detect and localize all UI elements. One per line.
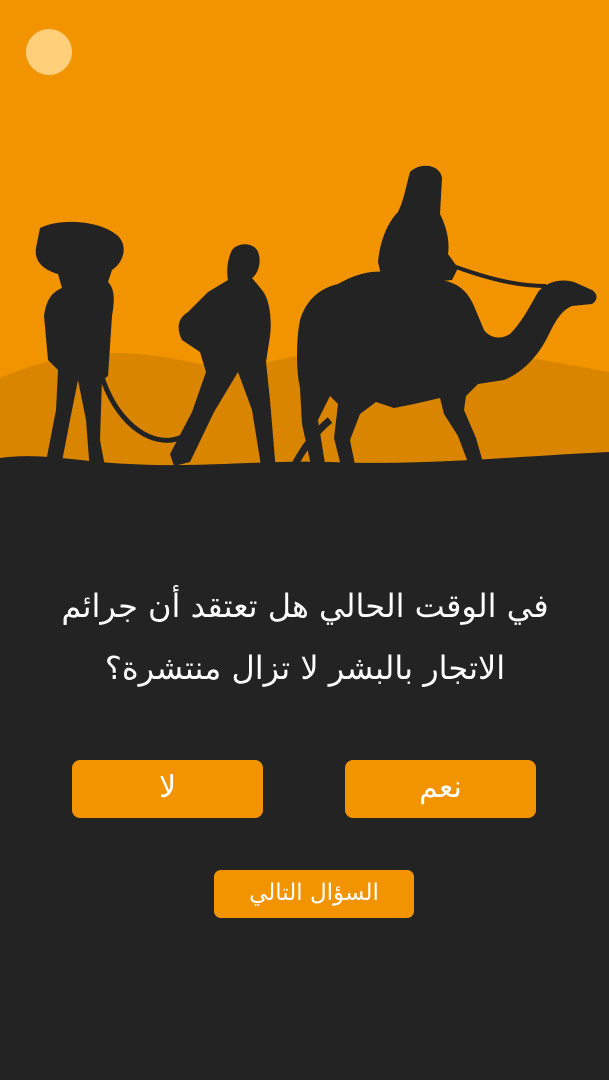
question-text: في الوقت الحالي هل تعتقد أن جرائم الاتجا…: [61, 587, 549, 687]
no-button[interactable]: لا: [72, 760, 263, 818]
header-illustration: [0, 0, 609, 500]
desert-caravan-illustration: [0, 0, 609, 500]
next-question-button[interactable]: السؤال التالي: [214, 870, 414, 918]
sun-icon: [26, 29, 72, 75]
saddle-bag: [352, 288, 424, 372]
yes-button[interactable]: نعم: [345, 760, 536, 818]
